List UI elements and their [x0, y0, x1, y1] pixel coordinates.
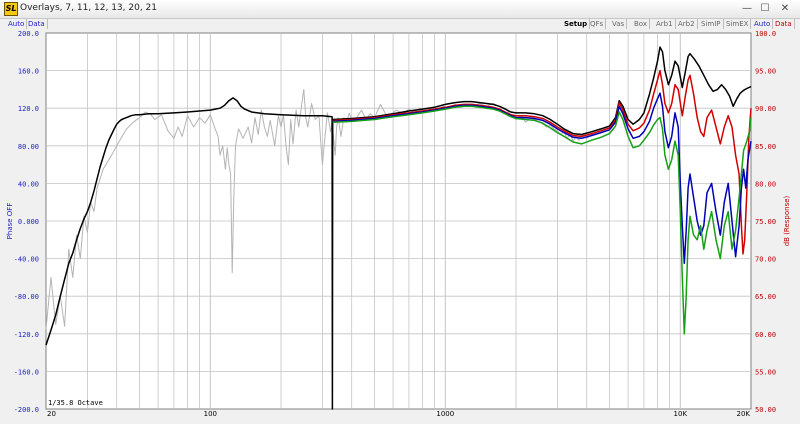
- left-tick-label: 200.0: [18, 30, 39, 38]
- x-tick-label: 1000: [436, 410, 454, 418]
- left-tick-label: 40.00: [18, 180, 39, 188]
- left-tick-label: -200.0: [14, 406, 39, 414]
- x-tick-label: 20: [47, 410, 56, 418]
- response-chart: 200.0 160.0 120.0 80.00 40.00 0.000 -40.00 -80.…: [6, 30, 791, 418]
- left-axis-label: Phase OFF: [6, 203, 14, 240]
- right-tick-label: 80.00: [755, 180, 776, 188]
- left-tick-label: -120.0: [14, 331, 39, 339]
- right-tick-label: 65.00: [755, 293, 776, 301]
- right-tick-label: 60.00: [755, 331, 776, 339]
- right-tick-label: 90.00: [755, 105, 776, 113]
- left-tick-label: 120.0: [18, 105, 39, 113]
- right-tick-label: 95.00: [755, 68, 776, 76]
- x-tick-label: 10K: [674, 410, 688, 418]
- left-tick-label: -160.0: [14, 368, 39, 376]
- right-tick-label: 75.00: [755, 218, 776, 226]
- left-tick-label: 80.00: [18, 143, 39, 151]
- right-tick-label: 100.0: [755, 30, 776, 38]
- right-tick-label: 85.00: [755, 143, 776, 151]
- left-tick-label: 0.000: [18, 218, 39, 226]
- left-tick-label: 160.0: [18, 68, 39, 76]
- resolution-label: 1/35.8 Octave: [48, 399, 103, 407]
- right-tick-label: 50.00: [755, 406, 776, 414]
- left-tick-label: -80.00: [14, 293, 39, 301]
- left-tick-label: -40.00: [14, 256, 39, 264]
- right-tick-label: 55.00: [755, 368, 776, 376]
- x-tick-label: 100: [204, 410, 217, 418]
- x-tick-label: 20K: [737, 410, 751, 418]
- overlay-window: SL Overlays, 7, 11, 12, 13, 20, 21 — ☐ ✕…: [0, 0, 800, 424]
- right-tick-label: 70.00: [755, 256, 776, 264]
- right-axis-label: dB (Response): [783, 195, 791, 246]
